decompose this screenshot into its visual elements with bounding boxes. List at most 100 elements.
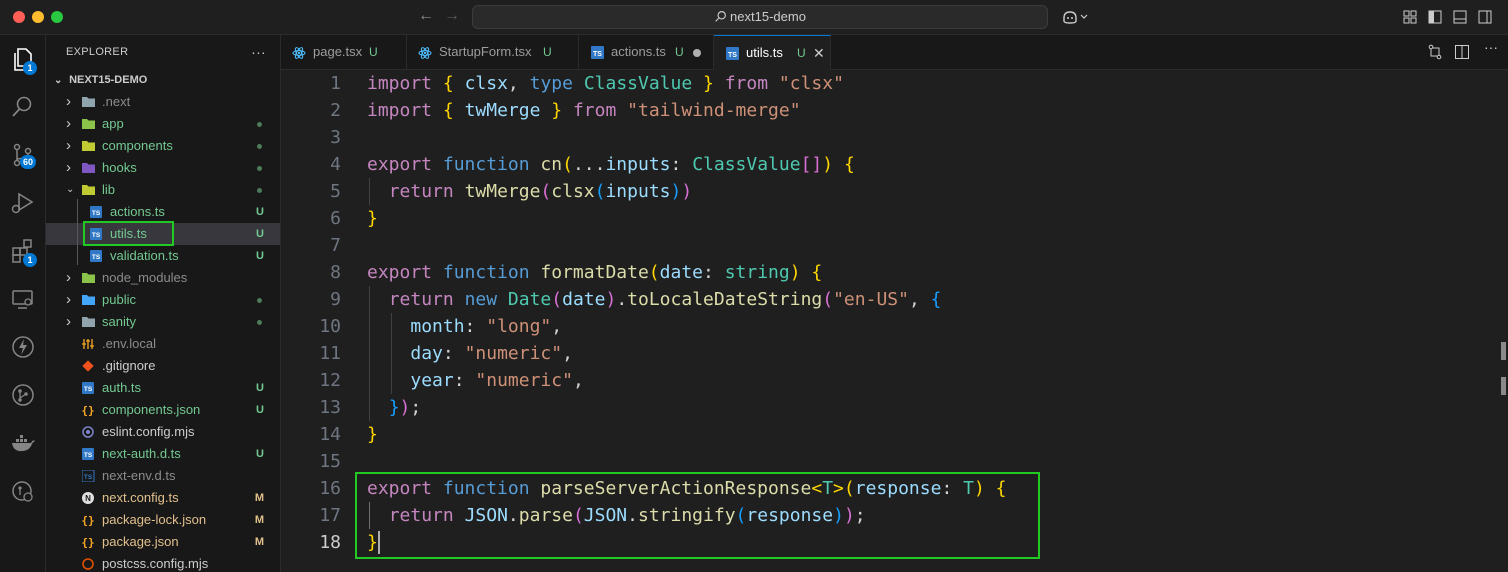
code-line[interactable]: day: "numeric", bbox=[367, 340, 573, 367]
git-graph-icon[interactable] bbox=[9, 381, 37, 409]
tree-item-package-lock-json[interactable]: {} package-lock.json M bbox=[46, 509, 280, 531]
tree-item-env-local[interactable]: .env.local bbox=[46, 333, 280, 355]
chevron-right-icon: › bbox=[66, 137, 71, 154]
tree-item-lib[interactable]: ⌄ lib bbox=[46, 179, 280, 201]
code-line[interactable]: month: "long", bbox=[367, 313, 562, 340]
tree-item-sanity[interactable]: › sanity bbox=[46, 311, 280, 333]
tab-actions-ts[interactable]: TS actions.ts U bbox=[579, 35, 714, 70]
tree-item-next-env-d-ts[interactable]: TS next-env.d.ts bbox=[46, 465, 280, 487]
project-root[interactable]: ⌄ NEXT15-DEMO bbox=[46, 69, 280, 91]
code-token: formatDate bbox=[540, 262, 649, 283]
code-token: , bbox=[908, 289, 931, 310]
tree-item-public[interactable]: › public bbox=[46, 289, 280, 311]
tree-item-next[interactable]: › .next bbox=[46, 91, 280, 113]
source-control-icon[interactable]: 60 bbox=[9, 141, 37, 169]
tree-item-validation-ts[interactable]: TS validation.ts U bbox=[46, 245, 280, 267]
explorer-icon[interactable]: 1 bbox=[9, 45, 37, 75]
tree-item-label: hooks bbox=[102, 160, 137, 175]
tree-item-components-json[interactable]: {} components.json U bbox=[46, 399, 280, 421]
more-tab-actions-icon[interactable]: ··· bbox=[1484, 39, 1498, 55]
code-token: "numeric" bbox=[475, 370, 573, 391]
tree-item-gitignore[interactable]: .gitignore bbox=[46, 355, 280, 377]
scrollbar-marker[interactable] bbox=[1501, 377, 1506, 395]
code-token: ) bbox=[605, 289, 617, 310]
customize-layout-icon[interactable] bbox=[1403, 10, 1417, 24]
extensions-icon[interactable]: 1 bbox=[9, 237, 37, 267]
git-changes-dot bbox=[257, 122, 262, 127]
tab-git-status: U bbox=[797, 46, 806, 60]
docker-icon[interactable] bbox=[9, 429, 37, 457]
remote-explorer-icon[interactable] bbox=[9, 285, 37, 313]
code-token: , bbox=[507, 73, 530, 94]
svg-text:TS: TS bbox=[84, 386, 93, 393]
git-status-badge: U bbox=[256, 250, 264, 262]
open-changes-icon[interactable] bbox=[1427, 44, 1443, 60]
react-icon bbox=[292, 47, 306, 59]
code-token: : bbox=[670, 154, 693, 175]
tree-item-app[interactable]: › app bbox=[46, 113, 280, 135]
svg-text:TS: TS bbox=[84, 474, 93, 481]
line-number: 14 bbox=[319, 424, 341, 445]
lightning-icon[interactable] bbox=[9, 333, 37, 361]
unsaved-dot-icon[interactable] bbox=[693, 49, 701, 57]
git-history-icon[interactable] bbox=[9, 477, 37, 505]
chevron-right-icon: › bbox=[66, 291, 71, 308]
eslint-icon bbox=[82, 426, 94, 438]
tab-startupform-tsx[interactable]: StartupForm.tsx U bbox=[407, 35, 579, 70]
code-line[interactable]: export function formatDate(date: string)… bbox=[367, 259, 822, 286]
split-editor-icon[interactable] bbox=[1454, 44, 1470, 60]
toggle-sidebar-icon[interactable] bbox=[1428, 10, 1442, 24]
line-number: 5 bbox=[330, 181, 341, 202]
tree-item-label: auth.ts bbox=[102, 380, 142, 395]
tree-item-package-json[interactable]: {} package.json M bbox=[46, 531, 280, 553]
tree-item-actions-ts[interactable]: TS actions.ts U bbox=[46, 201, 280, 223]
tab-page-tsx[interactable]: page.tsx U bbox=[281, 35, 407, 70]
code-token: Date bbox=[507, 289, 552, 310]
code-line[interactable]: } bbox=[367, 205, 378, 232]
tab-utils-ts[interactable]: TS utils.ts U ✕ bbox=[714, 35, 831, 70]
code-line[interactable]: import { twMerge } from "tailwind-merge" bbox=[367, 97, 801, 124]
minimize-window-button[interactable] bbox=[32, 11, 44, 23]
tree-item-node-modules[interactable]: › node_modules bbox=[46, 267, 280, 289]
code-line[interactable]: year: "numeric", bbox=[367, 367, 583, 394]
line-number-gutter: 1 2 3 4 5 6 7 8 9 10 11 12 13 14 15 16 17 18 bbox=[281, 70, 341, 572]
tree-item-next-auth-d-ts[interactable]: TS next-auth.d.ts U bbox=[46, 443, 280, 465]
close-tab-icon[interactable]: ✕ bbox=[813, 36, 825, 70]
text-cursor bbox=[378, 531, 380, 554]
back-arrow-icon[interactable]: ← bbox=[418, 7, 434, 25]
copilot-icon[interactable] bbox=[1062, 9, 1090, 25]
tree-item-auth-ts[interactable]: TS auth.ts U bbox=[46, 377, 280, 399]
toggle-secondary-sidebar-icon[interactable] bbox=[1478, 10, 1492, 24]
tree-item-postcss-config-mjs[interactable]: postcss.config.mjs bbox=[46, 553, 280, 572]
close-window-button[interactable] bbox=[13, 11, 25, 23]
code-line[interactable]: }); bbox=[367, 394, 422, 421]
code-token: new bbox=[464, 289, 498, 310]
svg-text:{}: {} bbox=[82, 404, 95, 416]
more-actions-icon[interactable]: ··· bbox=[251, 35, 266, 69]
svg-text:TS: TS bbox=[92, 210, 101, 217]
code-line[interactable]: import { clsx, type ClassValue } from "c… bbox=[367, 70, 844, 97]
maximize-window-button[interactable] bbox=[51, 11, 63, 23]
tree-item-next-config-ts[interactable]: Nnext.config.ts M bbox=[46, 487, 280, 509]
code-line[interactable]: return twMerge(clsx(inputs)) bbox=[367, 178, 693, 205]
tree-item-eslint-config-mjs[interactable]: eslint.config.mjs bbox=[46, 421, 280, 443]
forward-arrow-icon[interactable]: → bbox=[444, 7, 460, 25]
code-line[interactable]: export function cn(...inputs: ClassValue… bbox=[367, 151, 855, 178]
run-debug-icon[interactable] bbox=[9, 189, 37, 217]
code-line[interactable]: } bbox=[367, 421, 378, 448]
code-editor[interactable]: 1 2 3 4 5 6 7 8 9 10 11 12 13 14 15 16 17 18 import { cls… bbox=[281, 70, 1508, 572]
code-token: ( bbox=[540, 181, 552, 202]
code-line[interactable]: return new Date(date).toLocaleDateString… bbox=[367, 286, 942, 313]
tree-item-components[interactable]: › components bbox=[46, 135, 280, 157]
code-token: ( bbox=[822, 289, 834, 310]
tree-item-hooks[interactable]: › hooks bbox=[46, 157, 280, 179]
svg-text:TS: TS bbox=[593, 51, 602, 58]
command-center-search[interactable]: next15-demo bbox=[472, 5, 1048, 29]
code-token: string bbox=[724, 262, 790, 283]
search-icon[interactable] bbox=[9, 93, 37, 121]
toggle-panel-icon[interactable] bbox=[1453, 10, 1467, 24]
scrollbar-marker[interactable] bbox=[1501, 342, 1506, 360]
